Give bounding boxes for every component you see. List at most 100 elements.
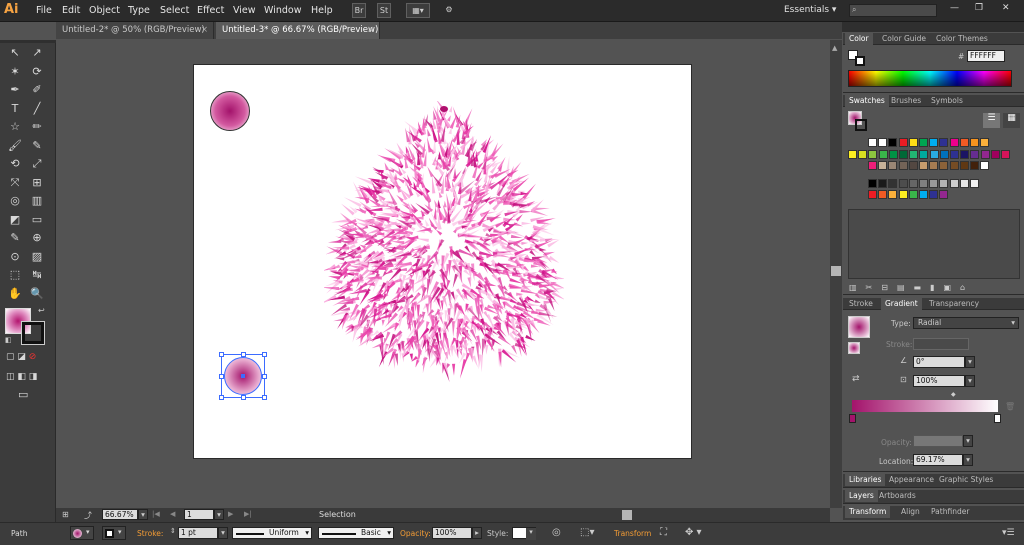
swatch[interactable]	[929, 138, 939, 147]
swatch[interactable]	[888, 138, 898, 147]
swatch[interactable]	[939, 190, 949, 199]
tab-transform[interactable]: Transform	[845, 506, 891, 518]
swatch[interactable]	[929, 178, 939, 188]
tool-button[interactable]: ↖	[5, 44, 25, 62]
stroke-label[interactable]: Stroke:	[137, 529, 163, 538]
menu-select[interactable]: Select	[160, 5, 189, 16]
tool-button[interactable]: ⊙	[5, 248, 25, 266]
swatch[interactable]	[888, 161, 898, 170]
swatch[interactable]	[970, 178, 979, 188]
gpu-performance-icon[interactable]: ⚙	[442, 3, 456, 18]
transform-link[interactable]: Transform	[614, 529, 651, 538]
menu-help[interactable]: Help	[311, 5, 333, 16]
fill-control[interactable]: ▾	[70, 526, 94, 540]
arrange-documents-button[interactable]: ▦▾	[406, 3, 430, 18]
opacity-control-label[interactable]: Opacity:	[400, 529, 431, 538]
tab-graphic-styles[interactable]: Graphic Styles	[935, 474, 997, 486]
swatch[interactable]	[919, 138, 928, 147]
swatch[interactable]	[970, 149, 980, 159]
swatch[interactable]	[990, 149, 1000, 159]
bridge-button[interactable]: Br	[352, 3, 366, 18]
gradient-circle-sample[interactable]	[210, 91, 250, 131]
swatch[interactable]	[929, 161, 939, 170]
active-swatch-stroke[interactable]	[855, 119, 867, 131]
minimize-button[interactable]: —	[950, 3, 959, 13]
location-dropdown[interactable]: ▾	[963, 454, 973, 466]
tab-symbols[interactable]: Symbols	[927, 95, 967, 107]
more-options-icon[interactable]: ✥ ▾	[685, 527, 702, 538]
swatch[interactable]	[888, 190, 898, 199]
swatch[interactable]	[980, 149, 990, 159]
swatch[interactable]	[868, 161, 877, 170]
tab-layers[interactable]: Layers	[845, 490, 878, 502]
prev-artboard-icon[interactable]: ◀	[170, 510, 175, 518]
tool-button[interactable]: ↹	[27, 266, 47, 284]
artboard[interactable]	[193, 64, 692, 459]
swatch[interactable]	[908, 190, 918, 199]
menu-effect[interactable]: Effect	[197, 5, 224, 16]
zoom-dropdown[interactable]: ▾	[138, 509, 148, 520]
artboard-dropdown[interactable]: ▾	[214, 509, 224, 520]
vertical-scrollbar[interactable]: ▲	[830, 40, 842, 508]
tab-color-guide[interactable]: Color Guide	[878, 33, 930, 45]
furry-drop-artwork[interactable]	[324, 101, 564, 391]
tab-transparency[interactable]: Transparency	[925, 298, 983, 310]
swatch[interactable]	[959, 161, 969, 170]
hex-input[interactable]: FFFFFF	[967, 50, 1005, 62]
tool-button[interactable]: ✋	[5, 285, 25, 303]
close-window-button[interactable]: ✕	[1002, 3, 1010, 13]
swatch[interactable]	[899, 149, 908, 159]
tab-untitled-3[interactable]: Untitled-3* @ 66.67% (RGB/Preview) ×	[216, 22, 380, 39]
tool-button[interactable]: ✐	[27, 81, 47, 99]
swatch[interactable]	[868, 138, 877, 147]
stock-button[interactable]: St	[377, 3, 391, 18]
swatch[interactable]	[939, 178, 949, 188]
graphic-style-picker[interactable]: ▾	[512, 527, 536, 540]
next-artboard-icon[interactable]: ▶	[228, 510, 233, 518]
recolor-artwork-icon[interactable]: ◎	[552, 527, 561, 538]
tab-color-themes[interactable]: Color Themes	[932, 33, 992, 45]
tool-button[interactable]: ⤢	[27, 155, 47, 173]
grid-view-icon[interactable]: ▦	[1003, 113, 1020, 128]
swatch[interactable]	[898, 138, 908, 147]
swatch[interactable]	[908, 178, 918, 188]
reverse-gradient-icon[interactable]: ⇄	[852, 374, 860, 384]
stroke-gradient-buttons[interactable]	[913, 338, 969, 350]
swatch[interactable]	[868, 190, 877, 199]
swatch[interactable]	[970, 161, 979, 170]
draw-inside-icon[interactable]: ◨	[29, 372, 38, 382]
swatch[interactable]	[898, 178, 908, 188]
tab-color[interactable]: Color	[845, 33, 873, 45]
swap-fill-stroke-icon[interactable]: ↩	[38, 306, 45, 315]
swatch[interactable]	[960, 149, 970, 159]
tool-button[interactable]: ✎	[5, 229, 25, 247]
opacity-dropdown[interactable]: ▸	[472, 527, 482, 539]
tool-button[interactable]: ✒	[5, 81, 25, 99]
swatch[interactable]	[959, 138, 969, 147]
swatch[interactable]	[939, 138, 949, 147]
tool-button[interactable]: ✶	[5, 63, 25, 81]
aspect-ratio-dropdown[interactable]: ▾	[965, 375, 975, 387]
tab-untitled-2[interactable]: Untitled-2* @ 50% (RGB/Preview) ×	[56, 22, 214, 39]
horizontal-scroll-thumb[interactable]	[622, 510, 632, 520]
gradient-stop-end[interactable]	[994, 414, 1001, 423]
angle-dropdown[interactable]: ▾	[965, 356, 975, 368]
swatch[interactable]	[878, 138, 888, 147]
tool-button[interactable]: ▭	[27, 211, 47, 229]
tab-brushes[interactable]: Brushes	[887, 95, 925, 107]
default-colors-icon[interactable]: ◧	[5, 336, 12, 344]
tool-button[interactable]: ⤧	[5, 174, 25, 192]
screen-mode-icon[interactable]: ▭	[18, 388, 28, 401]
gradient-stop-start[interactable]	[849, 414, 856, 423]
control-bar-menu-icon[interactable]: ▾☰	[1002, 528, 1015, 538]
gradient-mode-icon[interactable]: ◪	[17, 352, 26, 362]
last-artboard-icon[interactable]: ▶|	[244, 510, 252, 518]
gradient-preview[interactable]	[848, 316, 870, 338]
menu-type[interactable]: Type	[128, 5, 150, 16]
draw-normal-icon[interactable]: ◫	[6, 372, 15, 382]
swatch[interactable]	[868, 178, 877, 188]
swatch[interactable]	[919, 178, 928, 188]
swatch[interactable]	[949, 161, 959, 170]
menu-window[interactable]: Window	[264, 5, 301, 16]
tool-button[interactable]: 🔍	[27, 285, 47, 303]
